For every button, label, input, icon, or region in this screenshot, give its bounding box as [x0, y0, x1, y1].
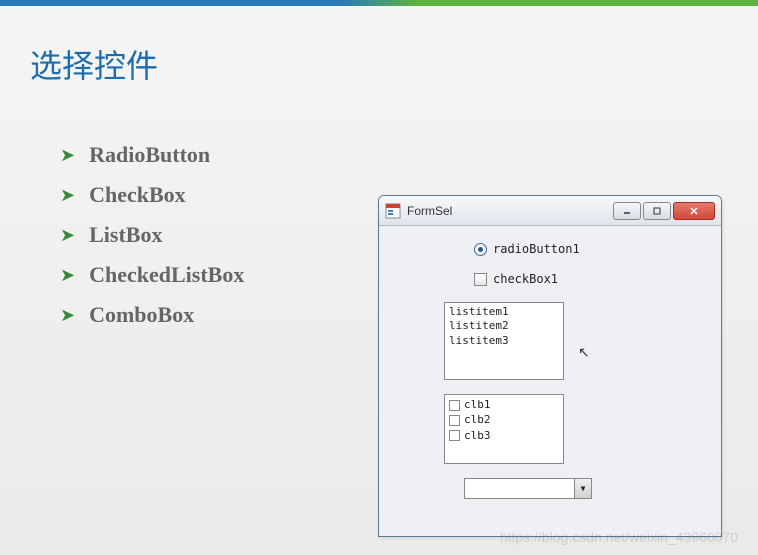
checkbox-icon — [449, 415, 460, 426]
watermark-text: https://blog.csdn.net/weixin_43960070 — [500, 529, 738, 545]
checkbox[interactable]: checkBox1 — [474, 272, 701, 286]
bullet-triangle-icon: ➤ — [60, 225, 75, 246]
combobox-value — [465, 479, 574, 498]
listbox[interactable]: listitem1 listitem2 listitem3 — [444, 302, 564, 380]
window-controls — [613, 202, 715, 220]
bullet-triangle-icon: ➤ — [60, 305, 75, 326]
checkbox-icon — [449, 400, 460, 411]
clb-label: clb3 — [464, 429, 491, 443]
clb-label: clb1 — [464, 398, 491, 412]
bullet-label: CheckedListBox — [89, 262, 244, 288]
checked-listbox-item[interactable]: clb3 — [449, 429, 559, 443]
bullet-label: RadioButton — [89, 142, 210, 168]
bullet-triangle-icon: ➤ — [60, 145, 75, 166]
listbox-item[interactable]: listitem2 — [449, 319, 559, 333]
bullet-label: ListBox — [89, 222, 162, 248]
radio-button[interactable]: radioButton1 — [474, 242, 701, 256]
listbox-item[interactable]: listitem3 — [449, 334, 559, 348]
minimize-button[interactable] — [613, 202, 641, 220]
listbox-item[interactable]: listitem1 — [449, 305, 559, 319]
bullet-triangle-icon: ➤ — [60, 185, 75, 206]
form-body: radioButton1 checkBox1 listitem1 listite… — [379, 226, 721, 509]
maximize-icon — [652, 206, 662, 216]
maximize-button[interactable] — [643, 202, 671, 220]
page-title: 选择控件 — [0, 6, 758, 87]
checkbox-icon — [449, 430, 460, 441]
form-window: FormSel radioButton1 checkBox1 listitem1… — [378, 195, 722, 537]
bullet-label: CheckBox — [89, 182, 186, 208]
form-app-icon — [385, 203, 401, 219]
checked-listbox[interactable]: clb1 clb2 clb3 — [444, 394, 564, 464]
close-button[interactable] — [673, 202, 715, 220]
minimize-icon — [622, 207, 632, 215]
chevron-down-icon[interactable]: ▼ — [574, 479, 591, 498]
close-icon — [689, 206, 699, 216]
radio-icon — [474, 243, 487, 256]
bullet-label: ComboBox — [89, 302, 194, 328]
checkbox-label: checkBox1 — [493, 272, 558, 286]
checked-listbox-item[interactable]: clb2 — [449, 413, 559, 427]
radio-label: radioButton1 — [493, 242, 580, 256]
window-titlebar[interactable]: FormSel — [379, 196, 721, 226]
list-item: ➤ RadioButton — [60, 142, 758, 168]
bullet-triangle-icon: ➤ — [60, 265, 75, 286]
clb-label: clb2 — [464, 413, 491, 427]
cursor-icon: ↖ — [578, 344, 590, 361]
window-title: FormSel — [407, 204, 613, 218]
checked-listbox-item[interactable]: clb1 — [449, 398, 559, 412]
combobox[interactable]: ▼ — [464, 478, 592, 499]
checkbox-icon — [474, 273, 487, 286]
